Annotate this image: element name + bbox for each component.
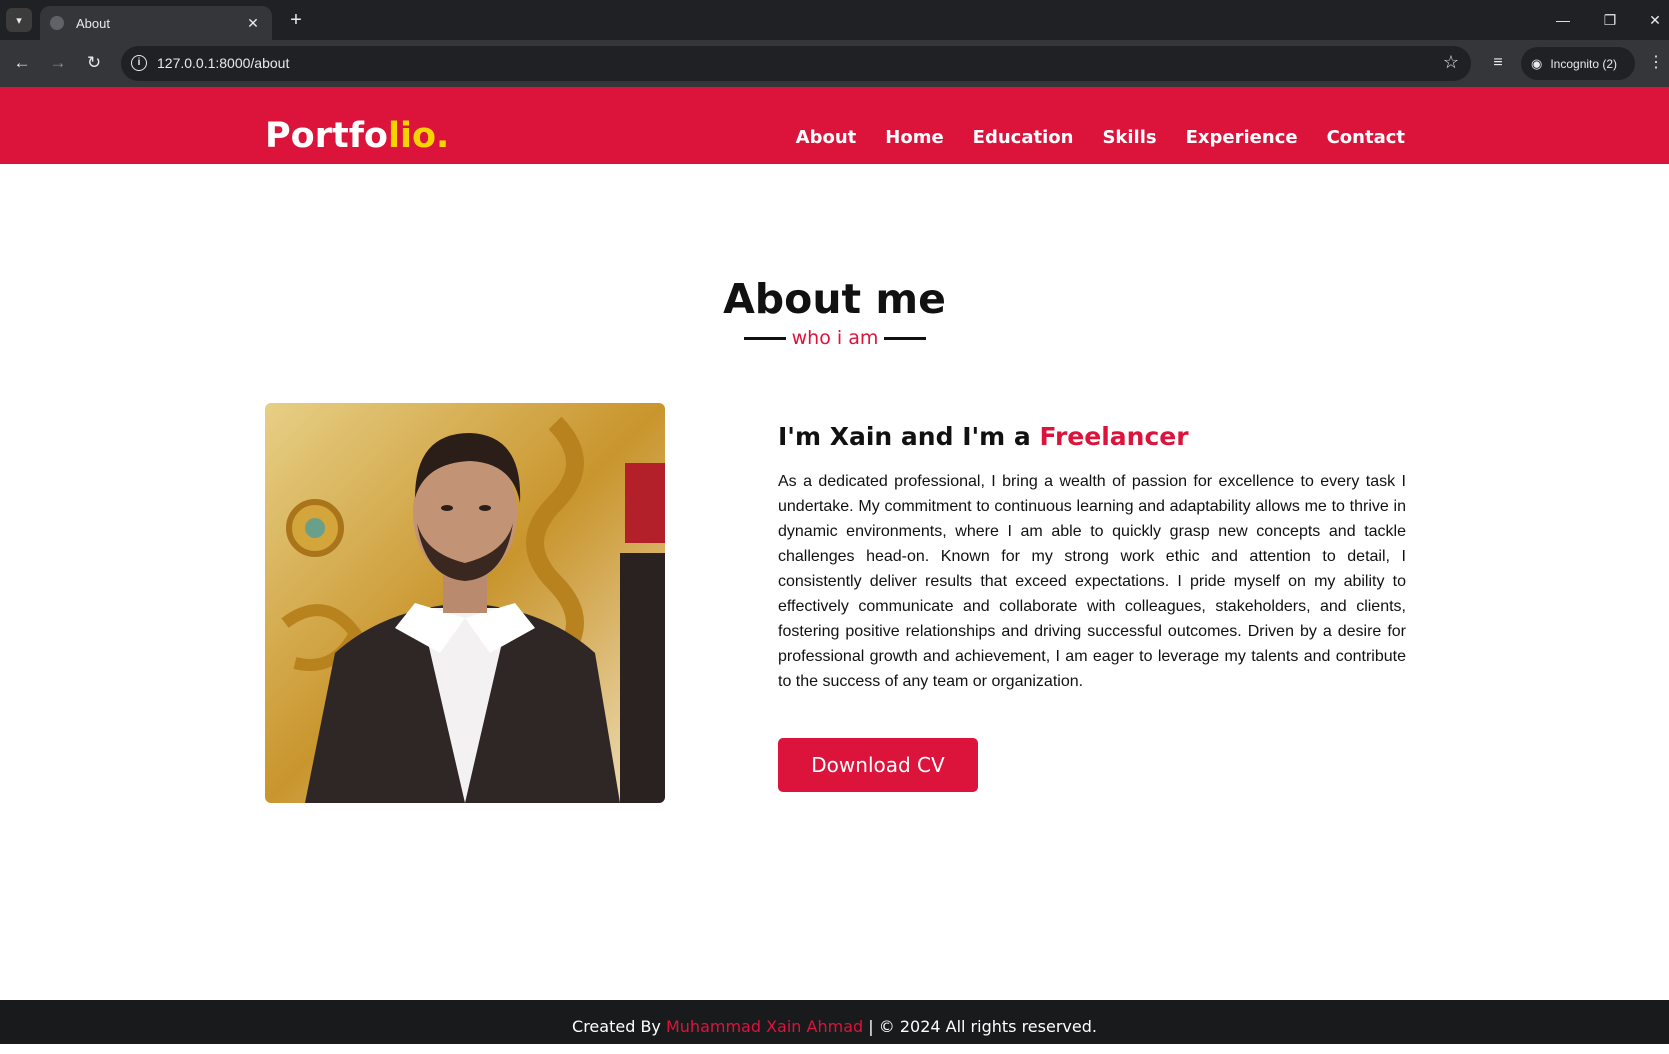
address-bar[interactable]: i 127.0.0.1:8000/about ☆: [121, 46, 1471, 81]
logo-accent: lio.: [387, 116, 450, 156]
nav-link-education[interactable]: Education: [973, 127, 1074, 148]
incognito-icon: ◉: [1531, 55, 1543, 71]
download-cv-button[interactable]: Download CV: [778, 738, 978, 792]
browser-tab-bar: ▾ About ✕ + — ❐ ✕: [0, 0, 1669, 40]
section-title: About me: [723, 275, 946, 323]
reload-icon[interactable]: ↻: [82, 51, 106, 75]
nav-link-skills[interactable]: Skills: [1102, 127, 1156, 148]
url-text[interactable]: 127.0.0.1:8000/about: [157, 55, 289, 71]
heading-prefix: I'm Xain and I'm a: [778, 422, 1031, 451]
profile-photo: [265, 403, 665, 803]
nav-link-about[interactable]: About: [796, 127, 857, 148]
section-subtitle: who i am: [791, 327, 879, 349]
browser-tab[interactable]: About ✕: [40, 6, 272, 40]
window-close-icon[interactable]: ✕: [1643, 8, 1667, 32]
page-content: Portfolio. About Home Education Skills E…: [0, 87, 1669, 1044]
nav-link-contact[interactable]: Contact: [1327, 127, 1405, 148]
globe-icon: [50, 16, 64, 30]
tab-search-icon[interactable]: ▾: [6, 8, 32, 32]
forward-icon[interactable]: →: [46, 51, 70, 75]
bookmark-star-icon[interactable]: ☆: [1443, 52, 1459, 73]
incognito-label: Incognito (2): [1550, 56, 1618, 71]
close-icon[interactable]: ✕: [244, 15, 262, 32]
media-controls-icon[interactable]: ≡: [1486, 51, 1510, 75]
site-navbar: Portfolio. About Home Education Skills E…: [0, 87, 1669, 164]
minimize-icon[interactable]: —: [1551, 8, 1575, 32]
logo-main: Portfo: [265, 116, 388, 156]
section-subtitle-row: who i am: [744, 326, 926, 350]
about-heading: I'm Xain and I'm a Freelancer: [778, 422, 1189, 451]
nav-link-home[interactable]: Home: [885, 127, 943, 148]
footer-copyright: | © 2024 All rights reserved.: [868, 1017, 1097, 1036]
site-info-icon[interactable]: i: [131, 55, 147, 71]
back-icon[interactable]: ←: [10, 51, 34, 75]
nav-menu: About Home Education Skills Experience C…: [767, 127, 1405, 148]
footer-prefix: Created By: [572, 1017, 661, 1036]
incognito-badge[interactable]: ◉ Incognito (2): [1521, 47, 1635, 80]
site-logo[interactable]: Portfolio.: [265, 116, 449, 156]
nav-link-experience[interactable]: Experience: [1186, 127, 1298, 148]
divider-left: [744, 336, 786, 340]
heading-accent: Freelancer: [1039, 422, 1189, 451]
browser-toolbar: ← → ↻ i 127.0.0.1:8000/about ☆ ≡ ◉ Incog…: [0, 40, 1669, 87]
new-tab-button[interactable]: +: [284, 8, 308, 32]
footer-author-link[interactable]: Muhammad Xain Ahmad: [666, 1017, 863, 1036]
site-footer: Created By Muhammad Xain Ahmad | © 2024 …: [0, 1000, 1669, 1044]
about-paragraph: As a dedicated professional, I bring a w…: [778, 473, 1406, 690]
menu-kebab-icon[interactable]: ⋮: [1644, 51, 1668, 75]
divider-right: [884, 336, 926, 340]
restore-icon[interactable]: ❐: [1598, 8, 1622, 32]
tab-title: About: [76, 15, 110, 31]
